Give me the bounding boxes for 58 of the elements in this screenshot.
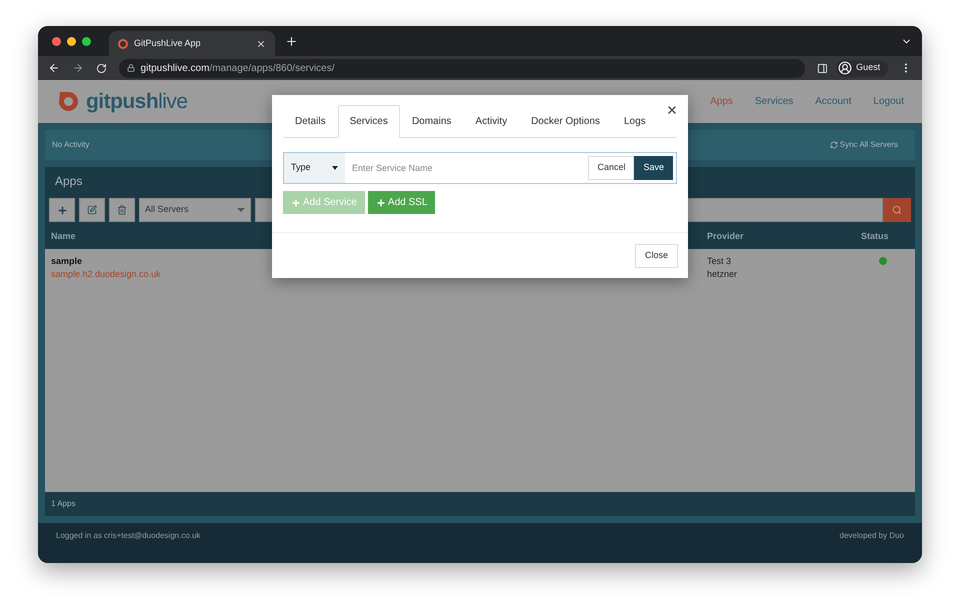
modal-tab[interactable]: Domains	[400, 105, 464, 138]
edit-icon	[87, 205, 97, 215]
close-icon[interactable]	[256, 38, 266, 48]
url-path: /manage/apps/860/services/	[209, 62, 335, 74]
save-button[interactable]: Save	[634, 156, 673, 180]
column-header: Provider	[707, 230, 745, 244]
app-count: 1 Apps	[51, 498, 76, 510]
server-select[interactable]: All Servers	[139, 198, 251, 222]
back-icon[interactable]	[48, 62, 60, 74]
plus-icon	[376, 198, 386, 208]
close-window-icon[interactable]	[52, 36, 61, 46]
close-button[interactable]	[666, 104, 678, 116]
provider-name: Test 3	[707, 255, 732, 268]
reload-icon[interactable]	[96, 62, 107, 74]
forward-icon[interactable]	[72, 62, 84, 74]
sync-button[interactable]: Sync All Servers	[830, 139, 898, 151]
modal-tab[interactable]: Docker Options	[519, 105, 612, 138]
add-button[interactable]	[49, 198, 75, 222]
new-tab-icon[interactable]	[285, 34, 298, 48]
column-header: Name	[51, 230, 77, 244]
profile-button[interactable]: Guest	[836, 60, 888, 76]
refresh-icon	[830, 141, 838, 149]
modal-tab[interactable]: Services	[338, 105, 400, 138]
login-status: Logged in as cris+test@duodesign.co.uk	[56, 530, 200, 542]
tab-title: GitPushLive App	[134, 36, 202, 50]
plus-icon	[56, 204, 68, 216]
logo-icon	[118, 38, 128, 48]
logo-icon	[56, 89, 81, 114]
address-field[interactable]: gitpushlive.com/manage/apps/860/services/	[118, 58, 806, 78]
close-icon	[666, 104, 678, 116]
lock-icon	[126, 64, 135, 72]
modal-tab[interactable]: Logs	[612, 105, 658, 138]
panel-title: Apps	[55, 173, 82, 190]
type-select[interactable]: Type	[283, 152, 345, 184]
service-name-input[interactable]: Enter Service Name	[345, 152, 588, 184]
avatar-icon	[838, 61, 852, 75]
modal-tab[interactable]: Details	[283, 105, 338, 138]
caret-icon	[237, 208, 245, 212]
minimize-window-icon[interactable]	[67, 36, 76, 46]
provider-type: hetzner	[707, 268, 738, 281]
caret-icon	[332, 166, 338, 170]
column-header: Status	[861, 230, 890, 244]
activity-message: No Activity	[52, 139, 90, 151]
url-host: gitpushlive.com	[140, 62, 210, 74]
app-name: sample	[51, 255, 82, 268]
side-panel-icon[interactable]	[817, 62, 828, 74]
delete-button[interactable]	[109, 198, 135, 222]
cancel-button[interactable]: Cancel	[588, 156, 634, 180]
edit-button[interactable]	[79, 198, 105, 222]
plus-icon	[291, 198, 301, 208]
browser-tab[interactable]: GitPushLive App	[109, 31, 275, 56]
credit-text: developed by Duo	[840, 530, 904, 542]
logo-text: gitpushlive	[86, 88, 188, 115]
zoom-window-icon[interactable]	[82, 36, 91, 46]
modal-tab[interactable]: Activity	[463, 105, 520, 138]
search-icon	[892, 205, 902, 215]
trash-icon	[117, 205, 127, 215]
close-dialog-button[interactable]: Close	[634, 244, 678, 268]
